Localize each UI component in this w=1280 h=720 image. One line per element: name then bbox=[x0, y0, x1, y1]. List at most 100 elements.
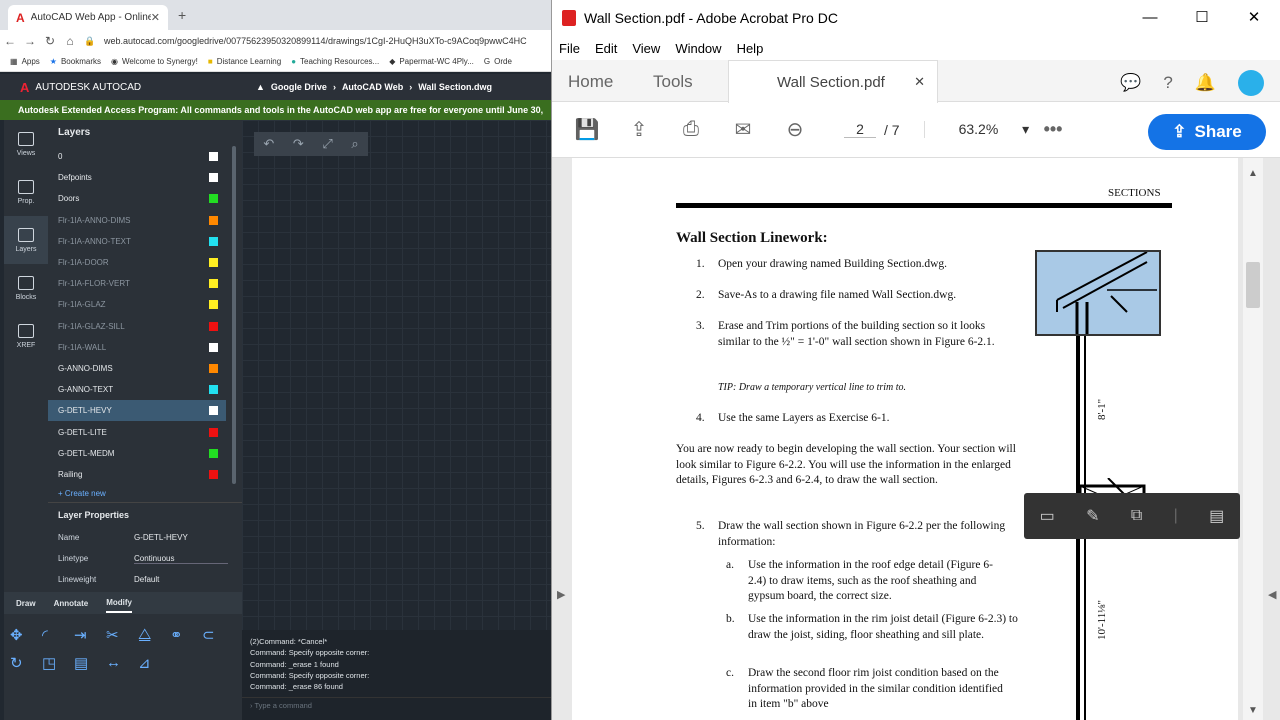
save-icon[interactable]: 💾 bbox=[570, 117, 604, 142]
layer-color-swatch[interactable] bbox=[209, 406, 218, 416]
tab-annotate[interactable]: Annotate bbox=[54, 595, 89, 612]
bookmark-apps[interactable]: Apps bbox=[22, 57, 40, 66]
rotate-icon[interactable]: ↻ bbox=[10, 654, 42, 672]
mirror-icon[interactable]: ⧋ bbox=[138, 626, 170, 644]
menu-view[interactable]: View bbox=[632, 41, 660, 56]
minimize-icon[interactable]: — bbox=[1124, 0, 1176, 36]
layer-row[interactable]: Flr-1IA-GLAZ bbox=[48, 294, 226, 315]
layer-color-swatch[interactable] bbox=[209, 385, 218, 395]
layer-color-swatch[interactable] bbox=[209, 321, 218, 331]
offset-icon[interactable]: ⊂ bbox=[202, 626, 234, 644]
rail-layers[interactable]: Layers bbox=[4, 216, 48, 264]
right-panel-icon[interactable]: ◀ bbox=[1268, 588, 1276, 601]
zoom-select[interactable]: 63.2% ▾ bbox=[923, 121, 1044, 138]
join-icon[interactable]: ↔ bbox=[106, 654, 138, 672]
bookmark-orde[interactable]: Orde bbox=[494, 57, 512, 66]
prev-panel-icon[interactable]: ▶ bbox=[557, 588, 565, 601]
tab-modify[interactable]: Modify bbox=[106, 594, 133, 613]
layer-color-swatch[interactable] bbox=[209, 279, 218, 289]
layer-row[interactable]: G-DETL-LITE bbox=[48, 421, 226, 442]
rail-xref[interactable]: XREF bbox=[4, 312, 48, 360]
forward-icon[interactable]: → bbox=[20, 34, 40, 48]
layer-color-swatch[interactable] bbox=[209, 469, 218, 479]
bookmark-distance-learning[interactable]: Distance Learning bbox=[217, 57, 281, 66]
comment-icon[interactable]: ▭ bbox=[1040, 506, 1055, 526]
layer-row[interactable]: G-ANNO-DIMS bbox=[48, 358, 226, 379]
snapshot-icon[interactable]: ▤ bbox=[1209, 506, 1224, 526]
tab-document[interactable]: Wall Section.pdf ✕ bbox=[728, 60, 938, 103]
scroll-thumb[interactable] bbox=[1246, 262, 1260, 308]
layer-color-swatch[interactable] bbox=[209, 427, 218, 437]
breadcrumb-autocad-web[interactable]: AutoCAD Web bbox=[342, 82, 403, 92]
stretch-icon[interactable]: ⊿ bbox=[138, 654, 170, 672]
layer-row[interactable]: G-ANNO-TEXT bbox=[48, 379, 226, 400]
layer-row[interactable]: Railing bbox=[48, 464, 226, 485]
back-icon[interactable]: ← bbox=[0, 34, 20, 48]
menu-edit[interactable]: Edit bbox=[595, 41, 617, 56]
bookmark-papermat[interactable]: Papermat-WC 4Ply... bbox=[399, 57, 474, 66]
layer-color-swatch[interactable] bbox=[209, 448, 218, 458]
rail-views[interactable]: Views bbox=[4, 120, 48, 168]
close-doc-icon[interactable]: ✕ bbox=[914, 74, 925, 90]
bookmark-bookmarks[interactable]: Bookmarks bbox=[61, 57, 101, 66]
trim-icon[interactable]: ✂ bbox=[106, 626, 138, 644]
undo-icon[interactable]: ↶ bbox=[263, 136, 274, 152]
bookmark-synergy[interactable]: Welcome to Synergy! bbox=[122, 57, 198, 66]
layer-color-swatch[interactable] bbox=[209, 194, 218, 204]
share-button[interactable]: ⇪ Share bbox=[1148, 114, 1266, 150]
home-icon[interactable]: ⌂ bbox=[60, 34, 80, 48]
close-tab-icon[interactable]: ✕ bbox=[151, 11, 160, 24]
layers-scrollbar[interactable] bbox=[232, 146, 236, 484]
layer-name-field[interactable]: G-DETL-HEVY bbox=[134, 533, 228, 542]
array-icon[interactable]: ▤ bbox=[74, 654, 106, 672]
highlight-pen-icon[interactable]: ✎ bbox=[1086, 506, 1099, 526]
layer-color-swatch[interactable] bbox=[209, 152, 218, 162]
tab-draw[interactable]: Draw bbox=[16, 595, 36, 612]
upload-icon[interactable]: ⇪ bbox=[622, 117, 656, 142]
copy-icon[interactable]: ⧉ bbox=[1131, 507, 1142, 525]
layer-row[interactable]: Flr-1IA-ANNO-TEXT bbox=[48, 231, 226, 252]
extend-icon[interactable]: ⇥ bbox=[74, 626, 106, 644]
close-icon[interactable]: ✕ bbox=[1228, 0, 1280, 36]
layer-color-swatch[interactable] bbox=[209, 300, 218, 310]
tab-home[interactable]: Home bbox=[568, 72, 613, 92]
zoom-extents-icon[interactable]: ⤢ bbox=[322, 136, 332, 152]
help-icon[interactable]: ? bbox=[1163, 73, 1172, 93]
scroll-down-icon[interactable]: ▼ bbox=[1243, 705, 1263, 716]
layer-color-swatch[interactable] bbox=[209, 342, 218, 352]
layer-row[interactable]: Flr-1IA-GLAZ-SILL bbox=[48, 316, 226, 337]
layer-row[interactable]: 0 bbox=[48, 146, 226, 167]
url-field[interactable]: web.autocad.com/googledrive/007756239503… bbox=[104, 36, 527, 46]
layer-row[interactable]: Doors bbox=[48, 188, 226, 209]
zoom-window-icon[interactable]: ⌕ bbox=[351, 136, 358, 152]
layer-color-swatch[interactable] bbox=[209, 173, 218, 183]
layer-row[interactable]: G-DETL-MEDM bbox=[48, 443, 226, 464]
layer-row[interactable]: G-DETL-HEVY bbox=[48, 400, 226, 422]
layer-color-swatch[interactable] bbox=[209, 215, 218, 225]
scale-icon[interactable]: ◳ bbox=[42, 654, 74, 672]
move-icon[interactable]: ✥ bbox=[10, 626, 42, 644]
layer-color-swatch[interactable] bbox=[209, 363, 218, 373]
tab-tools[interactable]: Tools bbox=[653, 72, 693, 92]
reload-icon[interactable]: ↻ bbox=[40, 34, 60, 48]
layer-color-swatch[interactable] bbox=[209, 258, 218, 268]
bookmark-teaching[interactable]: Teaching Resources... bbox=[300, 57, 379, 66]
create-new-layer-button[interactable]: + Create new bbox=[48, 485, 242, 503]
drawing-canvas[interactable] bbox=[242, 120, 551, 630]
zoom-out-icon[interactable]: ⊖ bbox=[778, 117, 812, 142]
lineweight-select[interactable]: Default bbox=[134, 575, 228, 584]
fillet-icon[interactable]: ◜ bbox=[42, 626, 74, 644]
new-tab-icon[interactable]: + bbox=[178, 7, 186, 23]
comment-bubble-icon[interactable]: 💬 bbox=[1120, 73, 1141, 93]
page-number-input[interactable]: 2 bbox=[844, 121, 876, 138]
more-tools-icon[interactable]: ••• bbox=[1044, 119, 1063, 140]
browser-tab[interactable]: A AutoCAD Web App - Online CAD ✕ bbox=[8, 5, 168, 30]
command-input[interactable]: › Type a command bbox=[242, 697, 551, 713]
maximize-icon[interactable]: ☐ bbox=[1176, 0, 1228, 36]
bell-icon[interactable]: 🔔 bbox=[1195, 73, 1216, 93]
menu-help[interactable]: Help bbox=[737, 41, 764, 56]
layer-row[interactable]: Flr-1IA-FLOR-VERT bbox=[48, 273, 226, 294]
redo-icon[interactable]: ↷ bbox=[293, 136, 304, 152]
layer-row[interactable]: Flr-1IA-ANNO-DIMS bbox=[48, 210, 226, 231]
breadcrumb-google-drive[interactable]: Google Drive bbox=[271, 82, 327, 92]
